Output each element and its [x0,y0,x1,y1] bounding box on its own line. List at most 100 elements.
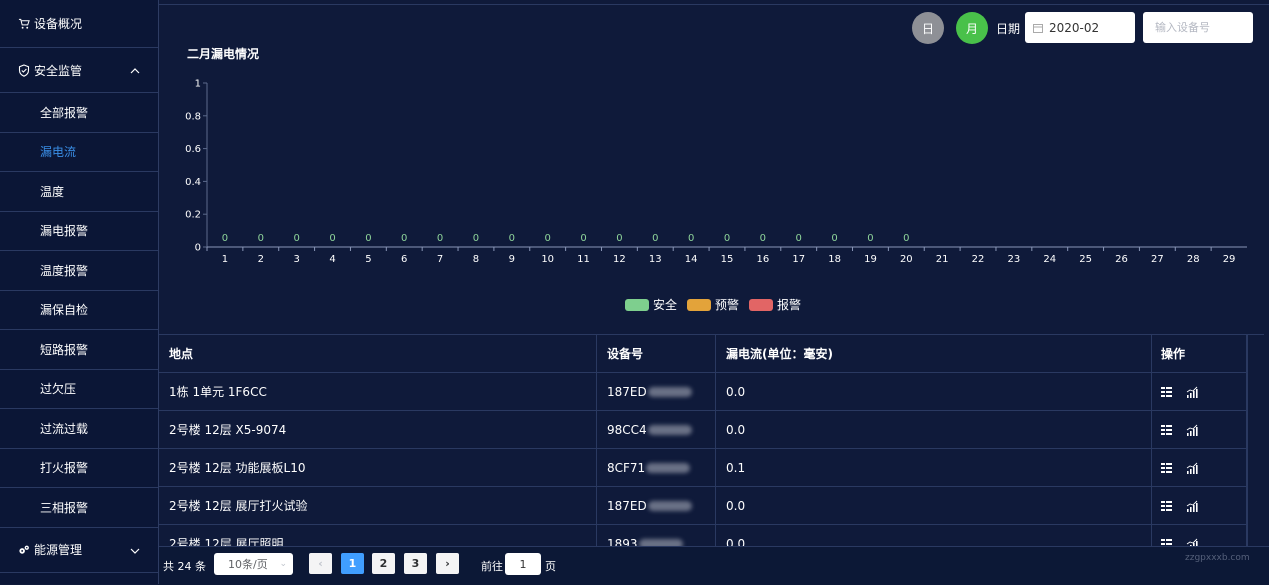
legend-swatch-safe [625,298,649,311]
table-scrollbar[interactable] [1247,334,1264,547]
sidebar-subitem-label: 短路报警 [40,342,89,357]
legend-label: 报警 [777,298,802,312]
cell-device: 8CF71 [597,449,716,486]
date-picker[interactable]: 2020-02 [1025,12,1135,43]
page-size-select[interactable]: 10条/页 ⌄ [214,553,293,575]
sidebar-subitem[interactable]: 全部报警 [0,93,158,133]
prev-page-button[interactable]: ‹ [309,553,332,574]
month-button-label: 月 [965,21,978,36]
sidebar-subitem[interactable]: 温度 [0,172,158,212]
trend-chart-icon[interactable] [1186,462,1198,474]
redacted-mask [646,462,691,473]
y-tick-label: 0 [195,243,201,254]
trend-chart-icon[interactable] [1186,386,1198,398]
trend-chart-icon[interactable] [1186,500,1198,512]
page-size-value: 10条/页 [228,558,268,571]
table-row: 2号楼 12层 X5-9074 98CC4 0.0 [159,411,1247,449]
sidebar-subitem[interactable]: 漏电报警 [0,212,158,251]
sidebar-subitem[interactable]: 漏保自检 [0,291,158,330]
sidebar-subitem[interactable]: 过欠压 [0,370,158,409]
sidebar-subitem[interactable]: 漏电流 [0,133,158,172]
chart-title: 二月漏电情况 [187,47,260,61]
data-table: 地点 设备号 漏电流(单位：毫安) 操作 1栋 1单元 1F6CC 187ED 0.… [159,334,1247,563]
sidebar-subitem[interactable]: 打火报警 [0,449,158,488]
x-tick-label: 2 [258,254,264,265]
sidebar-item-energy[interactable]: 能源管理 [0,528,158,573]
chart-legend: 安全 预警 报警 [625,296,801,313]
x-tick-label: 7 [437,254,443,265]
device-id: 187ED [607,384,647,399]
cell-actions [1152,449,1247,486]
bar-value-label: 0 [545,233,551,244]
cell-actions [1152,411,1247,448]
chevron-down-icon: ⌄ [279,559,287,569]
bar-value-label: 0 [258,233,264,244]
legend-swatch-alarm [749,298,774,311]
bar-value-label: 0 [831,233,837,244]
bar-value-label: 0 [724,233,730,244]
sidebar-item-safety[interactable]: 安全监管 [0,48,158,93]
cell-current: 0.0 [716,411,1152,448]
redacted-mask [647,424,692,435]
legend-item-warning[interactable]: 预警 [687,296,739,313]
legend-label: 安全 [653,298,678,312]
sidebar-item-label: 能源管理 [34,543,83,557]
table-row: 2号楼 12层 功能展板L10 8CF71 0.1 [159,449,1247,487]
day-button[interactable]: 日 [912,12,944,44]
bar-value-label: 0 [688,233,694,244]
detail-list-icon[interactable] [1161,386,1172,397]
page-suffix-label: 页 [545,560,556,573]
bar-value-label: 0 [473,233,479,244]
x-tick-label: 10 [541,254,554,265]
sidebar-subitem[interactable]: 短路报警 [0,330,158,370]
next-page-button[interactable]: › [436,553,459,574]
cart-icon [18,18,30,30]
y-tick-label: 0.4 [185,177,201,188]
sidebar-item-label: 设备概况 [34,17,83,31]
page-1-button[interactable]: 1 [341,553,364,574]
page-3-button[interactable]: 3 [404,553,427,574]
chevron-up-icon [130,63,140,77]
cell-location: 1栋 1单元 1F6CC [159,373,597,410]
sidebar-subitem-label: 漏电流 [40,145,77,160]
x-tick-label: 11 [577,254,590,265]
legend-item-alarm[interactable]: 报警 [749,296,801,313]
cell-location: 2号楼 12层 功能展板L10 [159,449,597,486]
sidebar-subitem[interactable]: 过流过载 [0,409,158,449]
x-tick-label: 4 [329,254,335,265]
sidebar-subitem[interactable]: 三相报警 [0,488,158,528]
cell-actions [1152,373,1247,410]
x-tick-label: 24 [1043,254,1056,265]
pagination-total: 共 24 条 [163,560,206,573]
date-label: 日期 [996,22,1021,36]
goto-page-input[interactable]: 1 [505,553,541,575]
sidebar-subitem-label: 漏保自检 [40,303,89,318]
sidebar-item-overview[interactable]: 设备概况 [0,0,158,48]
y-tick-label: 0.6 [185,144,201,155]
legend-item-safe[interactable]: 安全 [625,296,677,313]
detail-list-icon[interactable] [1161,462,1172,473]
bar-value-label: 0 [867,233,873,244]
bar-value-label: 0 [365,233,371,244]
sidebar-subitem-label: 打火报警 [40,461,89,476]
device-id: 98CC4 [607,422,647,437]
x-tick-label: 27 [1151,254,1164,265]
device-search-input[interactable] [1143,12,1253,43]
sidebar-subitem-label: 漏电报警 [40,224,89,239]
sidebar-subitem-label: 过流过载 [40,421,89,436]
sidebar-subitem[interactable]: 温度报警 [0,251,158,291]
month-button[interactable]: 月 [956,12,988,44]
watermark: zzgpxxxb.com [1185,553,1250,563]
x-tick-label: 8 [473,254,479,265]
cell-device: 98CC4 [597,411,716,448]
detail-list-icon[interactable] [1161,424,1172,435]
page-2-button[interactable]: 2 [372,553,395,574]
shield-icon [18,64,30,77]
sidebar-item-label: 安全监管 [34,63,83,78]
calendar-icon [1033,23,1043,33]
detail-list-icon[interactable] [1161,500,1172,511]
x-tick-label: 19 [864,254,877,265]
legend-swatch-warning [687,298,712,311]
trend-chart-icon[interactable] [1186,424,1198,436]
redacted-mask [647,500,692,511]
